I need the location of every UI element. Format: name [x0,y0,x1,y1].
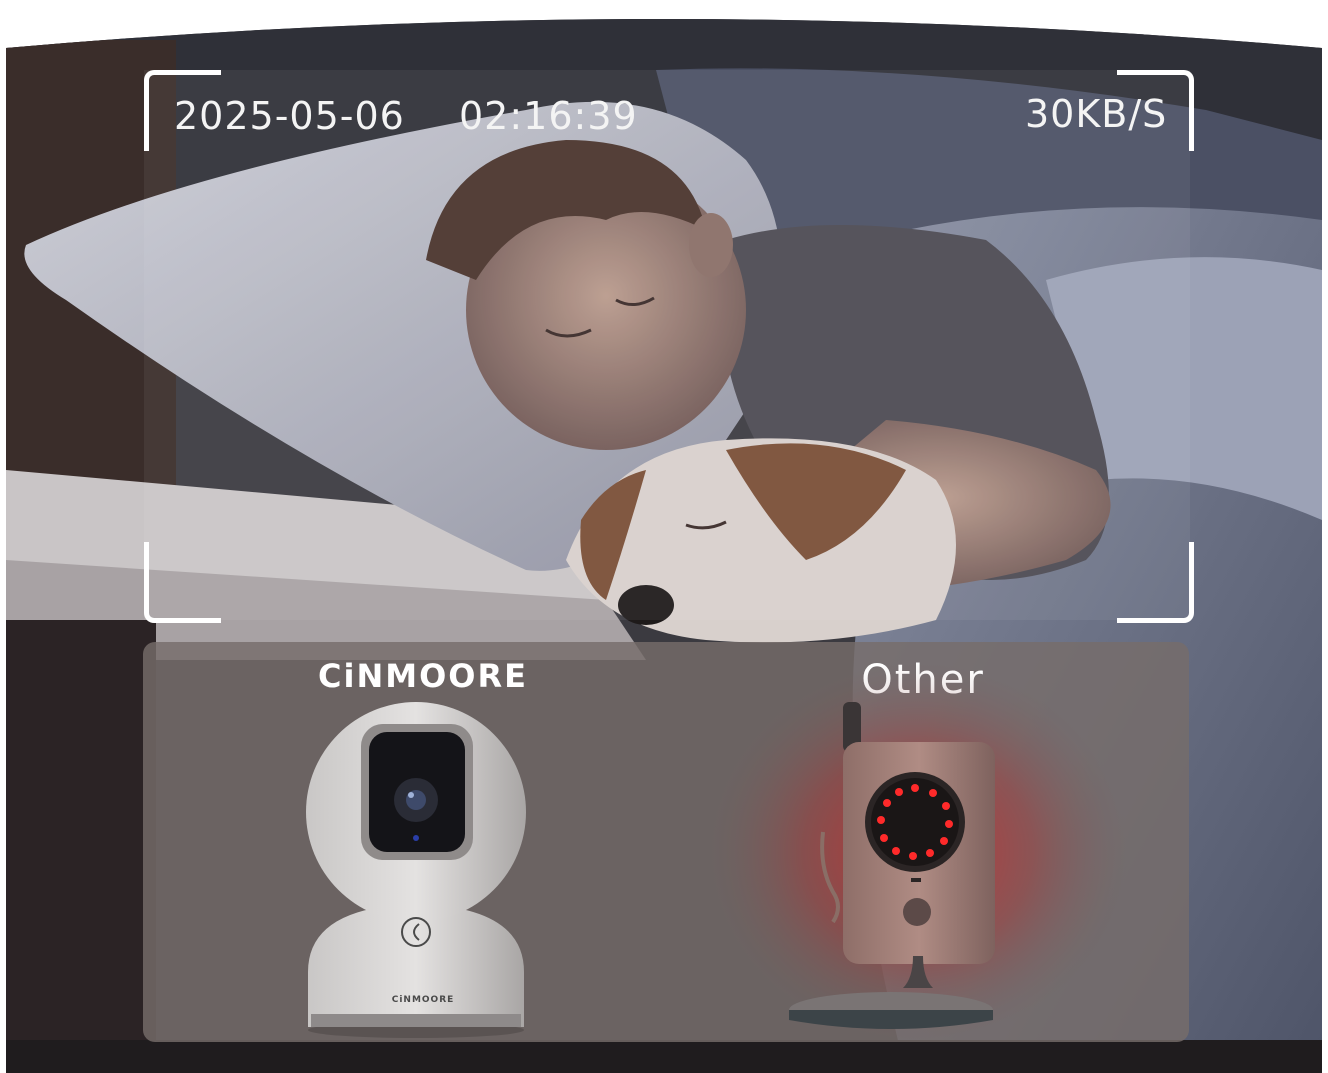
product-illustrations [306,662,1128,1042]
recording-date: 2025-05-06 [174,94,405,138]
other-camera [708,662,1128,1042]
recording-time: 02:16:39 [459,94,638,138]
comparison-panel: CiNMOORE Other [143,642,1189,1042]
bitrate-readout: 30KB/S [1025,92,1168,136]
camera-brand-marking: CiNMOORE [391,995,455,1005]
night-vision-scene: 2025-05-06 02:16:39 30KB/S CiNMOORE Othe… [6,0,1322,1073]
viewfinder-corner-icon [1117,542,1194,623]
cinmoore-camera [306,702,526,1038]
viewfinder-corner-icon [144,542,221,623]
